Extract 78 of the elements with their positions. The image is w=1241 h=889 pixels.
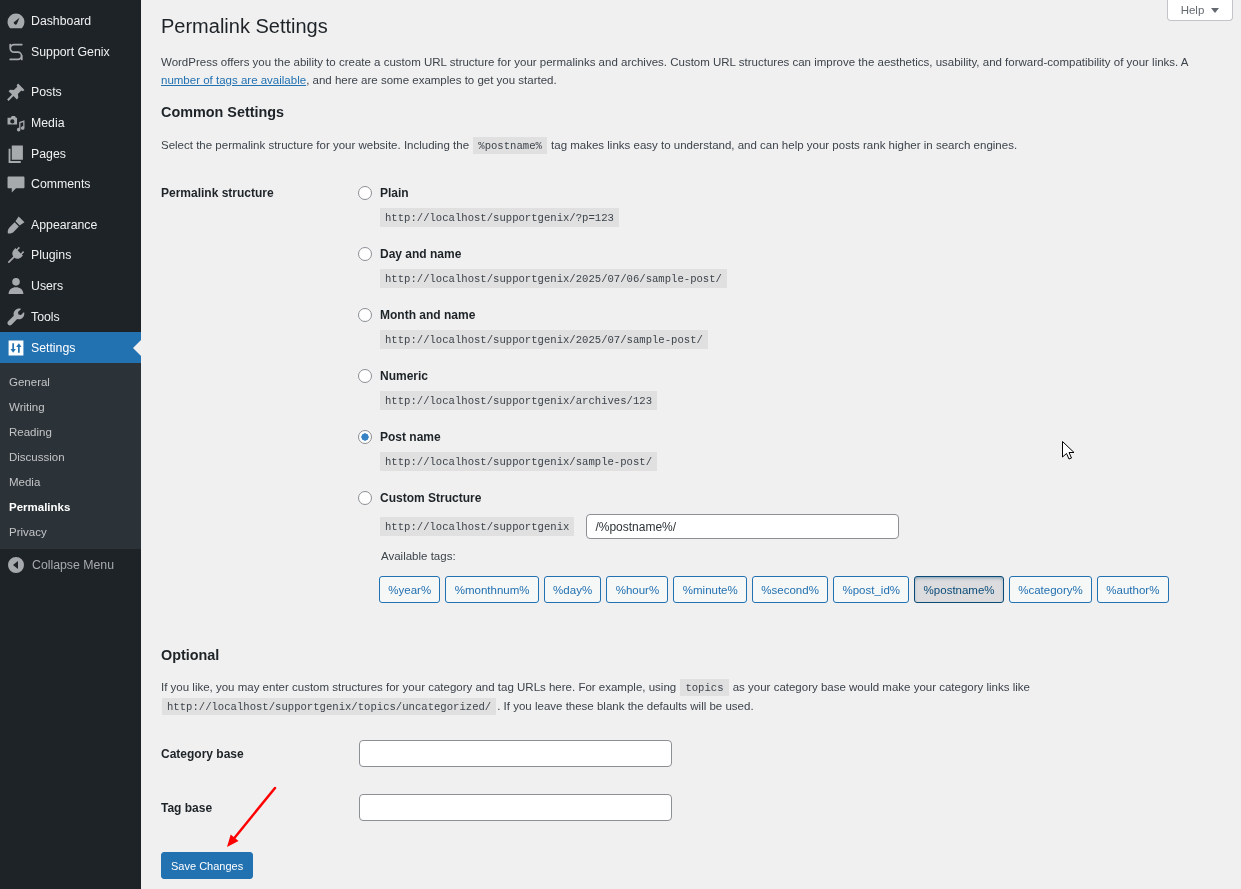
option-label: Numeric [380, 369, 429, 383]
save-button[interactable]: Save Changes [161, 852, 254, 879]
submenu-item[interactable]: Discussion [0, 444, 141, 470]
submenu-item[interactable]: Media [0, 469, 141, 495]
url-example: http://localhost/supportgenix/2025/07/06/sample-post/ [380, 269, 727, 288]
tag-button[interactable]: %category% [1008, 576, 1093, 603]
radio-button[interactable] [358, 247, 372, 261]
structure-input[interactable]: /%postname%/ [586, 514, 900, 539]
submenu-item[interactable]: Permalinks [0, 494, 141, 520]
tag-button[interactable]: %second% [752, 576, 829, 603]
circle-arrow-left-icon [8, 557, 24, 574]
url-example: http://localhost/supportgenix/archives/123 [380, 391, 657, 410]
documents-icon [7, 144, 25, 163]
annotation-arrow [226, 786, 277, 848]
menu-item[interactable]: Support Genix [0, 36, 141, 68]
field-label: Permalink structure [161, 185, 275, 202]
option-label: Post name [380, 430, 441, 444]
option-label: Month and name [380, 308, 476, 322]
gauge-icon [7, 11, 25, 30]
tag-button[interactable]: %day% [543, 576, 602, 603]
page-title: Permalink Settings [161, 14, 328, 38]
tag-button[interactable]: %minute% [673, 576, 748, 603]
tag-button[interactable]: %post_id% [833, 576, 910, 603]
tag-button[interactable]: %author% [1097, 576, 1169, 603]
speech-bubble-icon [7, 175, 25, 194]
submenu-item[interactable]: Reading [0, 419, 141, 445]
url-example: http://localhost/supportgenix/2025/07/sample-post/ [380, 330, 708, 349]
tag-button[interactable]: %hour% [606, 576, 669, 603]
option-label: Custom Structure [380, 491, 482, 505]
pushpin-icon [7, 83, 25, 101]
description-text: If you like, you may enter custom structures for your category and tag URLs here. For example, using topics as your category base would make your category links like http://localhost/supportgenix/topics/uncategorized/ . If you leave these blank the defaults will be used. [161, 678, 1031, 716]
radio-button[interactable] [358, 369, 372, 383]
field-label: Tag base [161, 799, 214, 817]
tag-button[interactable]: %year% [379, 576, 441, 603]
caret-icon [1211, 7, 1220, 13]
wrench-icon [7, 308, 25, 327]
plug-icon [7, 246, 25, 265]
menu-item[interactable]: Users [0, 270, 141, 302]
section-heading: Common Settings [161, 103, 286, 122]
tag-button[interactable]: %monthnum% [445, 576, 539, 603]
section-heading: Optional [161, 646, 221, 665]
submenu-item[interactable]: Writing [0, 394, 141, 420]
menu-item[interactable]: Appearance [0, 209, 141, 241]
mouse-pointer-icon [1062, 441, 1075, 460]
radio-button[interactable] [358, 491, 372, 505]
menu-item[interactable]: Settings [0, 332, 141, 364]
menu-item[interactable]: Tools [0, 301, 141, 333]
tag-button[interactable]: %postname% [914, 576, 1004, 603]
intro-text: WordPress offers you the ability to create a custom URL structure for your permalinks and archives. Custom URL structures can improve the aesthetics, usability, and forward-compatibility of your links. A number of tags are available, and here are some examples to get you started. [161, 55, 1190, 88]
person-icon [7, 277, 25, 296]
text-field[interactable] [359, 740, 672, 767]
url-example: http://localhost/supportgenix/sample-post/ [380, 452, 657, 471]
option-label: Day and name [380, 247, 462, 261]
field-label: Category base [161, 745, 245, 763]
paintbrush-icon [7, 215, 25, 234]
submenu-item[interactable]: General [0, 369, 141, 395]
menu-item[interactable]: Media [0, 107, 141, 139]
text-field[interactable] [359, 794, 672, 821]
tags-link[interactable]: number of tags are available [161, 74, 307, 86]
description-text: Select the permalink structure for your website. Including the %postname% tag makes links easy to understand, and can help your posts rank higher in search engines. [161, 136, 1019, 155]
menu-item[interactable]: Comments [0, 169, 141, 200]
menu-item[interactable]: Dashboard [0, 5, 141, 37]
radio-button[interactable] [358, 186, 372, 200]
radio-button[interactable] [358, 430, 372, 444]
url-example: http://localhost/supportgenix/?p=123 [380, 208, 619, 227]
menu-item[interactable]: Pages [0, 138, 141, 169]
url-prefix: http://localhost/supportgenix [380, 517, 575, 536]
option-label: Plain [380, 186, 409, 200]
s-shape-icon [7, 42, 25, 61]
submenu-item[interactable]: Privacy [0, 519, 141, 545]
tags-label: Available tags: [381, 549, 456, 564]
radio-button[interactable] [358, 308, 372, 322]
camera-music-icon [7, 113, 25, 132]
triangle-icon [133, 339, 141, 356]
help-button[interactable]: Help [1167, 0, 1233, 21]
collapse-menu-button[interactable]: Collapse Menu [0, 549, 141, 582]
menu-item[interactable]: Posts [0, 76, 141, 108]
menu-item[interactable]: Plugins [0, 240, 141, 271]
